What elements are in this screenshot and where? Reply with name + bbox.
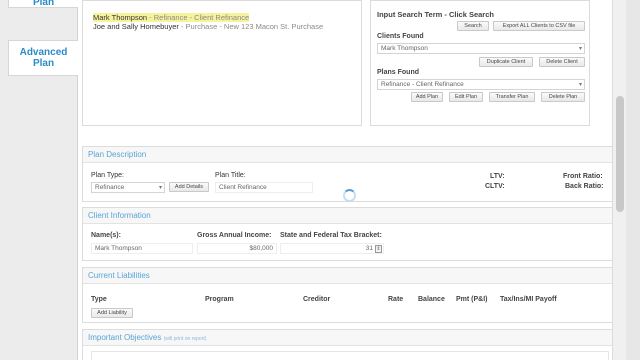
add-plan-button[interactable]: Add Plan [411,92,443,102]
column-header-creditor: Creditor [303,296,331,303]
section-title: Important Objectives [88,333,162,342]
column-header-program: Program [205,296,234,303]
scrollbar-thumb[interactable] [616,96,624,212]
column-header-tax-ins-mi-payoff: Tax/Ins/MI Payoff [500,296,557,303]
plan-title-value: Client Refinance [219,184,267,191]
plan-description-title: Plan Description [83,147,615,163]
plans-found-value: Refinance - Client Refinance [381,81,464,88]
plan-title-label: Plan Title: [215,172,246,179]
client-list-panel: Mark Thompson - Refinance - Client Refin… [82,0,362,126]
loading-spinner-icon [343,189,356,202]
column-header-rate: Rate [388,296,404,303]
names-label: Name(s): [91,232,121,239]
add-details-button[interactable]: Add Details [169,182,209,192]
column-header-balance: Balance [418,296,445,303]
back-ratio-label: Back Ratio: [565,183,604,190]
current-liabilities-title: Current Liabilities [83,268,615,284]
chevron-down-icon: ▾ [578,46,582,52]
delete-plan-button[interactable]: Delete Plan [541,92,585,102]
plans-found-label: Plans Found [377,69,419,76]
plan-type-label: Plan Type: [91,172,124,179]
chevron-down-icon: ▾ [158,185,162,191]
main-content: Mark Thompson - Refinance - Client Refin… [78,0,626,360]
chevron-down-icon: ▾ [578,82,582,88]
current-liabilities-panel: Current Liabilities Type Program Credito… [82,267,616,323]
client-list-item[interactable]: Mark Thompson - Refinance - Client Refin… [93,13,250,22]
client-information-panel: Client Information Name(s): Mark Thompso… [82,207,616,261]
client-name: Joe and Sally Homebuyer [93,22,179,31]
ltv-label: LTV: [490,173,505,180]
client-detail: - Refinance - Client Refinance [147,13,250,22]
spinner-arrows-icon[interactable]: ⇕ [375,245,382,253]
plan-title-input[interactable]: Client Refinance [215,182,313,193]
important-objectives-panel: Important Objectives (will print on repo… [82,329,616,360]
sidebar: Plan Advanced Plan [0,0,78,360]
cltv-label: CLTV: [485,183,505,190]
client-list-item[interactable]: Joe and Sally Homebuyer - Purchase - New… [93,22,323,31]
client-information-title: Client Information [83,208,615,224]
sidebar-item-advanced-plan[interactable]: Advanced Plan [8,40,78,76]
plan-description-panel: Plan Description Plan Type: Refinance ▾ … [82,146,616,202]
tax-bracket-value: 31 [365,245,373,252]
plan-type-value: Refinance [95,184,125,191]
vertical-scrollbar[interactable] [612,0,626,360]
client-detail: - Purchase - New 123 Macon St. Purchase [178,22,324,31]
clients-found-select[interactable]: Mark Thompson ▾ [377,43,585,54]
transfer-plan-button[interactable]: Transfer Plan [489,92,535,102]
add-liability-button[interactable]: Add Liability [91,308,133,318]
sidebar-item-plan[interactable]: Plan [8,0,78,8]
income-value: $80,000 [249,245,274,252]
front-ratio-label: Front Ratio: [563,173,603,180]
export-csv-button[interactable]: Export ALL Clients to CSV file [493,21,585,31]
plan-type-select[interactable]: Refinance ▾ [91,182,165,193]
search-heading: Input Search Term - Click Search [377,10,494,19]
names-input[interactable]: Mark Thompson [91,243,193,254]
income-label: Gross Annual Income: [197,232,272,239]
section-note: (will print on report) [163,336,207,342]
delete-client-button[interactable]: Delete Client [539,57,585,67]
sidebar-item-label: Advanced Plan [19,47,68,69]
section-title: Client Information [88,211,151,220]
edit-plan-button[interactable]: Edit Plan [449,92,483,102]
sidebar-item-label: Plan [32,0,55,8]
section-title: Plan Description [88,150,147,159]
search-panel: Input Search Term - Click Search Search … [370,0,590,126]
duplicate-client-button[interactable]: Duplicate Client [479,57,533,67]
section-title: Current Liabilities [88,271,150,280]
important-objectives-title: Important Objectives (will print on repo… [83,330,615,346]
tax-bracket-label: State and Federal Tax Bracket: [280,232,382,239]
tax-bracket-input[interactable]: 31 ⇕ [280,243,384,254]
client-name: Mark Thompson [93,13,148,22]
column-header-type: Type [91,296,107,303]
clients-found-label: Clients Found [377,33,424,40]
search-button[interactable]: Search [457,21,489,31]
plans-found-select[interactable]: Refinance - Client Refinance ▾ [377,79,585,90]
income-input[interactable]: $80,000 [197,243,277,254]
clients-found-value: Mark Thompson [381,45,428,52]
objectives-textarea[interactable] [91,351,609,360]
names-value: Mark Thompson [95,245,142,252]
column-header-pmt: Pmt (P&I) [456,296,488,303]
